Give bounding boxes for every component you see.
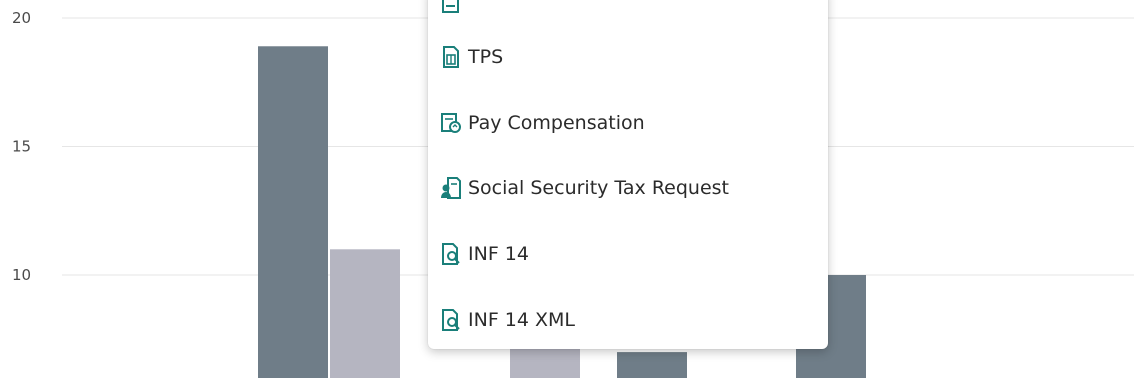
calculator-report-icon bbox=[440, 45, 462, 69]
y-tick-label: 10 bbox=[12, 266, 31, 284]
menu-item-pay-compensation[interactable]: Pay Compensation bbox=[428, 98, 828, 148]
report-search-icon bbox=[440, 242, 462, 266]
menu-item-label: TPS bbox=[468, 46, 504, 68]
bar[interactable] bbox=[330, 249, 400, 378]
report-search-icon bbox=[440, 308, 462, 332]
y-tick-label: 20 bbox=[12, 9, 31, 27]
compensation-icon bbox=[440, 111, 462, 135]
menu-item-inf-14-xml[interactable]: INF 14 XML bbox=[428, 295, 828, 345]
bar[interactable] bbox=[617, 352, 687, 378]
menu-item-label: INF 14 XML bbox=[468, 309, 575, 331]
y-tick-label: 15 bbox=[12, 138, 31, 156]
menu-item-tps[interactable]: TPS bbox=[428, 32, 828, 82]
menu-item-inf-14[interactable]: INF 14 bbox=[428, 229, 828, 279]
actions-menu: TPS Pay Compensation Social Security Tax… bbox=[428, 0, 828, 349]
menu-item-social-security-tax-request[interactable]: Social Security Tax Request bbox=[428, 163, 828, 213]
bar[interactable] bbox=[258, 46, 328, 378]
menu-item-label: Social Security Tax Request bbox=[468, 177, 729, 199]
tax-request-icon bbox=[440, 176, 462, 200]
menu-item-label: Pay Compensation bbox=[468, 112, 645, 134]
menu-item-label: INF 14 bbox=[468, 243, 529, 265]
menu-item-partial-top[interactable] bbox=[428, 0, 828, 28]
report-icon bbox=[440, 0, 462, 15]
